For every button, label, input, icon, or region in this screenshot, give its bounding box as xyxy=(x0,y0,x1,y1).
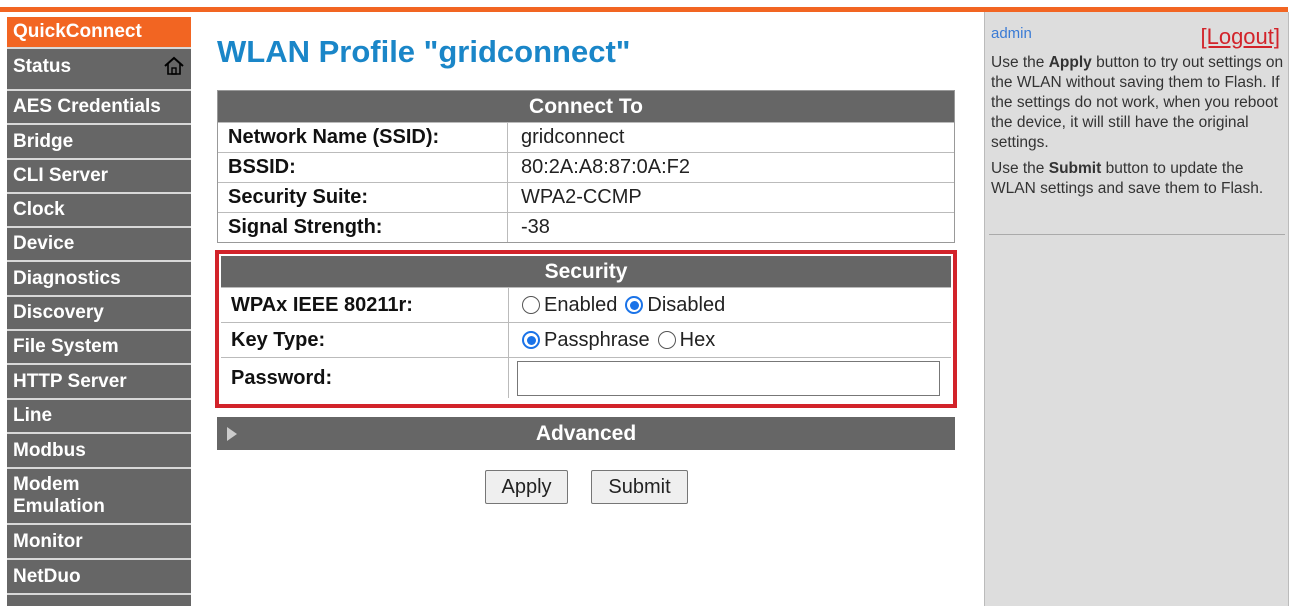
sidebar-item-file-system[interactable]: File System xyxy=(7,331,191,365)
signal-strength-label: Signal Strength: xyxy=(218,213,508,242)
page-title: WLAN Profile "gridconnect" xyxy=(217,34,631,69)
bssid-value: 80:2A:A8:87:0A:F2 xyxy=(521,156,691,178)
sidebar-item-label: Device xyxy=(13,233,75,254)
table-row: Security Suite: WPA2-CCMP xyxy=(218,182,954,212)
sidebar-item-device[interactable]: Device xyxy=(7,228,191,262)
help-text-fragment: Use the xyxy=(991,54,1049,71)
sidebar-item-bridge[interactable]: Bridge xyxy=(7,125,191,160)
passphrase-radio[interactable]: Passphrase xyxy=(522,329,650,352)
apply-button[interactable]: Apply xyxy=(485,470,568,504)
help-text: Use the Apply button to try out settings… xyxy=(991,53,1285,205)
sidebar-item-label: Monitor xyxy=(13,530,83,552)
sidebar-item-quickconnect[interactable]: QuickConnect xyxy=(7,17,191,49)
connect-to-panel: Connect To Network Name (SSID): gridconn… xyxy=(217,90,955,243)
expand-triangle-icon[interactable] xyxy=(227,427,237,441)
help-submit-keyword: Submit xyxy=(1048,160,1102,177)
ssid-label: Network Name (SSID): xyxy=(218,123,508,152)
radio-circle[interactable] xyxy=(522,296,540,314)
table-row: WPAx IEEE 80211r: Enabled Disabled xyxy=(221,287,951,322)
sidebar-item-label: Status xyxy=(13,56,72,77)
advanced-heading[interactable]: Advanced xyxy=(217,417,955,450)
sidebar-item-status[interactable]: Status xyxy=(7,49,191,91)
help-apply-keyword: Apply xyxy=(1048,54,1092,71)
table-row: Password: xyxy=(221,357,951,398)
sidebar-item-modem-emulation[interactable]: Modem Emulation xyxy=(7,469,191,525)
home-icon[interactable] xyxy=(163,56,185,76)
sidebar-item-aes-credentials[interactable]: AES Credentials xyxy=(7,91,191,125)
table-row: Key Type: Passphrase Hex xyxy=(221,322,951,357)
sidebar-item-label: Bridge xyxy=(13,130,74,152)
sidebar-item-modbus[interactable]: Modbus xyxy=(7,434,191,469)
sidebar-item-http-server[interactable]: HTTP Server xyxy=(7,365,191,400)
radio-circle-selected[interactable] xyxy=(625,296,644,314)
sidebar-item-label: Modem Emulation xyxy=(13,474,105,517)
connect-to-heading: Connect To xyxy=(218,91,954,122)
password-input[interactable] xyxy=(517,360,940,396)
security-suite-value: WPA2-CCMP xyxy=(521,186,642,208)
sidebar-item-label: Modbus xyxy=(13,439,86,461)
security-panel: Security WPAx IEEE 80211r: Enabled Disab… xyxy=(221,256,951,398)
wpax-options: Enabled Disabled xyxy=(509,288,951,322)
sidebar-item-diagnostics[interactable]: Diagnostics xyxy=(7,262,191,297)
sidebar-item-label: HTTP Server xyxy=(13,370,127,392)
security-heading: Security xyxy=(221,256,951,287)
sidebar-item-label: CLI Server xyxy=(13,165,109,186)
bssid-label: BSSID: xyxy=(218,153,508,182)
passphrase-label: Passphrase xyxy=(544,328,650,351)
logout-link[interactable]: [Logout] xyxy=(1200,24,1280,50)
password-cell xyxy=(509,358,951,398)
ssid-value: gridconnect xyxy=(521,126,625,148)
hex-radio[interactable]: Hex xyxy=(657,328,716,352)
sidebar-item-clock[interactable]: Clock xyxy=(7,194,191,228)
key-type-label: Key Type: xyxy=(221,323,509,357)
table-row: Signal Strength: -38 xyxy=(218,212,954,242)
submit-button[interactable]: Submit xyxy=(591,470,688,504)
help-panel: admin [Logout] Use the Apply button to t… xyxy=(984,12,1289,606)
sidebar-item-netduo[interactable]: NetDuo xyxy=(7,560,191,595)
wpax-disabled-radio[interactable]: Disabled xyxy=(625,294,725,317)
radio-circle-selected[interactable] xyxy=(522,331,540,349)
security-suite-label: Security Suite: xyxy=(218,183,508,212)
sidebar-item-label: Discovery xyxy=(13,302,104,323)
divider xyxy=(989,234,1285,235)
wpax-enabled-radio[interactable]: Enabled xyxy=(522,294,617,317)
radio-circle[interactable] xyxy=(657,331,676,349)
security-highlight-frame: Security WPAx IEEE 80211r: Enabled Disab… xyxy=(215,250,957,408)
user-link[interactable]: admin xyxy=(991,25,1032,42)
wpax-disabled-label: Disabled xyxy=(647,293,726,316)
advanced-panel[interactable]: Advanced xyxy=(217,417,955,450)
sidebar-item-line[interactable]: Line xyxy=(7,400,191,434)
help-apply-paragraph: Use the Apply button to try out settings… xyxy=(991,53,1285,153)
sidebar-item-label: AES Credentials xyxy=(13,96,161,117)
main-content: WLAN Profile "gridconnect" Connect To Ne… xyxy=(191,12,984,606)
signal-strength-value: -38 xyxy=(521,216,550,238)
sidebar-item-monitor[interactable]: Monitor xyxy=(7,525,191,560)
wpax-enabled-label: Enabled xyxy=(544,293,618,316)
sidebar-item-label: QuickConnect xyxy=(13,21,142,42)
sidebar-item-cli-server[interactable]: CLI Server xyxy=(7,160,191,194)
advanced-heading-label: Advanced xyxy=(535,421,637,445)
wpax-label: WPAx IEEE 80211r: xyxy=(221,288,509,322)
sidebar-item-label: File System xyxy=(13,336,119,357)
sidebar-item-label: NetDuo xyxy=(13,565,81,587)
password-label: Password: xyxy=(221,358,509,398)
sidebar-item-label: Diagnostics xyxy=(13,267,121,289)
sidebar-item-discovery[interactable]: Discovery xyxy=(7,297,191,331)
table-row: Network Name (SSID): gridconnect xyxy=(218,122,954,152)
table-row: BSSID: 80:2A:A8:87:0A:F2 xyxy=(218,152,954,182)
help-submit-paragraph: Use the Submit button to update the WLAN… xyxy=(991,159,1285,199)
key-type-options: Passphrase Hex xyxy=(509,323,951,357)
sidebar: QuickConnect Status AES Credentials Brid… xyxy=(7,17,191,606)
sidebar-item-label: Clock xyxy=(13,199,65,220)
sidebar-item-label: Line xyxy=(13,405,53,426)
hex-label: Hex xyxy=(679,328,716,351)
help-text-fragment: Use the xyxy=(991,160,1049,177)
